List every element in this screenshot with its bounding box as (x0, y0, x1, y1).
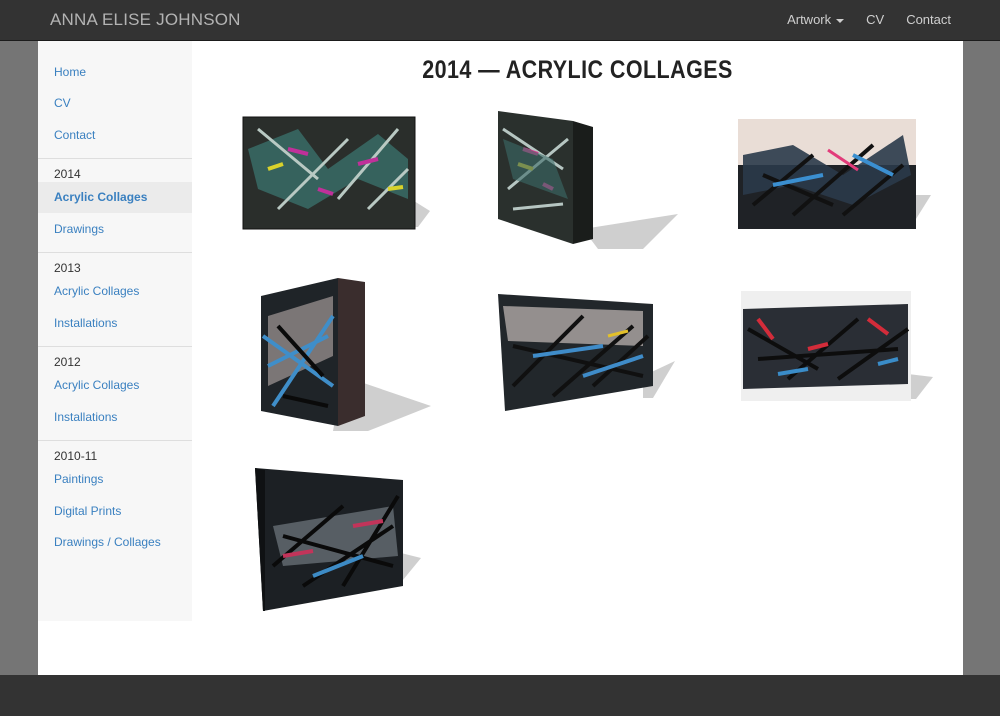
sidebar-item-2014-acrylic-collages[interactable]: Acrylic Collages (38, 182, 192, 213)
sidebar-item-paintings[interactable]: Paintings (38, 464, 192, 495)
main-content: Home CV Contact 2014 Acrylic Collages Dr… (38, 41, 963, 675)
nav-artwork-dropdown[interactable]: Artwork (776, 0, 855, 40)
sidebar-nav: Home CV Contact 2014 Acrylic Collages Dr… (38, 41, 192, 621)
artwork-thumbnail-2[interactable] (493, 109, 683, 254)
sidebar-item-2012-acrylic-collages[interactable]: Acrylic Collages (38, 370, 192, 401)
sidebar-year-2013: 2013 (54, 261, 81, 275)
page-footer (0, 675, 1000, 716)
sidebar-item-cv[interactable]: CV (38, 88, 192, 119)
artwork-thumbnail-5[interactable] (493, 286, 683, 416)
sidebar-item-2013-acrylic-collages[interactable]: Acrylic Collages (38, 276, 192, 307)
sidebar-item-contact[interactable]: Contact (38, 120, 192, 151)
sidebar-item-home[interactable]: Home (38, 57, 192, 88)
nav-artwork-label: Artwork (787, 12, 832, 27)
artwork-thumbnail-1[interactable] (238, 109, 438, 237)
sidebar-year-2012: 2012 (54, 355, 81, 369)
top-navbar: ANNA ELISE JOHNSON Artwork CV Contact (0, 0, 1000, 41)
artwork-thumbnail-7[interactable] (253, 466, 428, 616)
sidebar-divider (38, 158, 192, 159)
sidebar-year-2014: 2014 (54, 167, 81, 181)
sidebar-item-digital-prints[interactable]: Digital Prints (38, 496, 192, 527)
nav-cv-link[interactable]: CV (855, 0, 895, 40)
top-nav-links: Artwork CV Contact (776, 0, 1000, 40)
sidebar-divider (38, 252, 192, 253)
sidebar-divider (38, 440, 192, 441)
sidebar-year-2010-11: 2010-11 (54, 449, 98, 463)
artwork-thumbnail-3[interactable] (733, 115, 933, 235)
artwork-thumbnail-6[interactable] (738, 289, 938, 404)
caret-down-icon (836, 18, 845, 23)
artwork-thumbnail-4[interactable] (253, 276, 433, 436)
nav-contact-link[interactable]: Contact (895, 0, 1000, 40)
sidebar-item-2013-installations[interactable]: Installations (38, 308, 192, 339)
sidebar-divider (38, 346, 192, 347)
sidebar-item-2012-installations[interactable]: Installations (38, 402, 192, 433)
sidebar-item-drawings-collages[interactable]: Drawings / Collages (38, 527, 192, 558)
page-title: 2014 — ACRYLIC COLLAGES (422, 56, 733, 84)
site-brand[interactable]: ANNA ELISE JOHNSON (50, 0, 241, 40)
sidebar-item-2014-drawings[interactable]: Drawings (38, 214, 192, 245)
